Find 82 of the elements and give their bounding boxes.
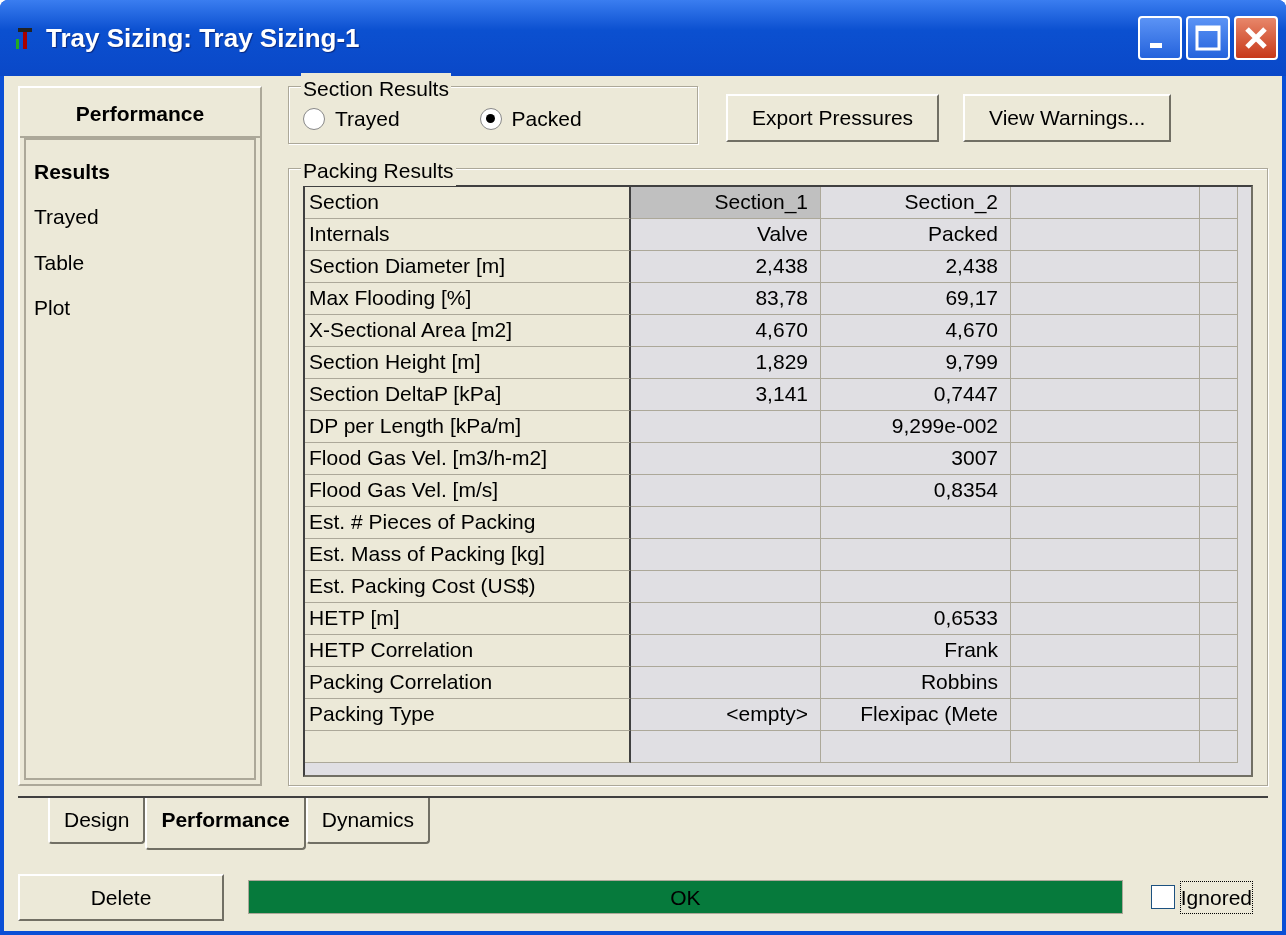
table-cell: HETP Correlation (305, 634, 631, 667)
table-cell: Est. Mass of Packing [kg] (305, 538, 631, 571)
table-cell: 3,141 (631, 378, 821, 411)
table-cell: 1,829 (631, 346, 821, 379)
table-cell: 9,799 (821, 346, 1011, 379)
column-header[interactable]: Section_2 (821, 186, 1011, 219)
close-icon (1243, 25, 1269, 51)
table-cell: Section Height [m] (305, 346, 631, 379)
table-cell (1200, 186, 1238, 219)
panel-heading: Performance (20, 88, 260, 138)
table-cell: 4,670 (821, 314, 1011, 347)
table-cell: Packing Correlation (305, 666, 631, 699)
radio-label[interactable]: Trayed (335, 103, 400, 135)
table-cell (1200, 666, 1238, 699)
table-cell (1200, 538, 1238, 571)
radio-label[interactable]: Packed (511, 103, 582, 135)
radio-button[interactable] (303, 107, 325, 130)
export-pressures-button[interactable]: Export Pressures (726, 94, 940, 142)
table-cell: Flood Gas Vel. [m/s] (305, 474, 631, 507)
page-list-item[interactable]: Results (34, 149, 254, 195)
table-cell (1200, 282, 1238, 315)
maximize-icon (1195, 25, 1221, 51)
maximize-button[interactable] (1186, 16, 1230, 60)
table-cell: Max Flooding [%] (305, 282, 631, 315)
checkbox[interactable] (1150, 885, 1175, 910)
radio-button[interactable] (479, 107, 502, 130)
table-cell: Robbins (821, 666, 1011, 699)
table-cell (1200, 506, 1238, 539)
delete-button[interactable]: Delete (18, 873, 224, 921)
table-cell: 0,7447 (821, 378, 1011, 411)
table-cell (1200, 570, 1238, 603)
table-cell: Est. # Pieces of Packing (305, 506, 631, 539)
table-cell (1200, 474, 1238, 507)
table-cell (1200, 250, 1238, 283)
minimize-icon (1150, 42, 1162, 48)
table-cell (1200, 634, 1238, 667)
table-cell: <empty> (631, 698, 821, 731)
table-cell: Packed (821, 218, 1011, 251)
tab[interactable]: Dynamics (305, 798, 430, 844)
status-bar: OK (248, 880, 1123, 915)
column-header[interactable]: Section (305, 186, 631, 219)
table-cell: Section Diameter [m] (305, 250, 631, 283)
table-cell: DP per Length [kPa/m] (305, 410, 631, 443)
table-cell: Flexipac (Mete (821, 698, 1011, 731)
table-cell: 2,438 (821, 250, 1011, 283)
page-list-item[interactable]: Trayed (34, 195, 254, 241)
table-cell: HETP [m] (305, 602, 631, 635)
table-cell: 4,670 (631, 314, 821, 347)
table-cell: Valve (631, 218, 821, 251)
table-cell: Frank (821, 634, 1011, 667)
table-cell: Packing Type (305, 698, 631, 731)
checkbox-label[interactable]: Ignored (1180, 881, 1252, 913)
table-cell: 3007 (821, 442, 1011, 475)
table-cell: 69,17 (821, 282, 1011, 315)
table-cell: 83,78 (631, 282, 821, 315)
tab[interactable]: Design (48, 798, 146, 844)
window-title: Tray Sizing: Tray Sizing-1 (46, 21, 360, 55)
close-button[interactable] (1234, 16, 1278, 60)
table-cell: Est. Packing Cost (US$) (305, 570, 631, 603)
page-list-item[interactable]: Plot (34, 286, 254, 332)
tab[interactable]: Performance (145, 798, 306, 850)
column-header[interactable]: Section_1 (631, 186, 821, 219)
table-cell (1200, 442, 1238, 475)
table-cell (1200, 314, 1238, 347)
table-cell: Section DeltaP [kPa] (305, 378, 631, 411)
table-cell (1200, 346, 1238, 379)
table-cell (1200, 378, 1238, 411)
page-list-item[interactable]: Table (34, 240, 254, 286)
minimize-button[interactable] (1138, 16, 1182, 60)
table-cell: Flood Gas Vel. [m3/h-m2] (305, 442, 631, 475)
table-cell (1200, 602, 1238, 635)
view-warnings-button[interactable]: View Warnings... (963, 94, 1172, 142)
table-cell (1200, 218, 1238, 251)
table-cell: 0,6533 (821, 602, 1011, 635)
table-cell: Internals (305, 218, 631, 251)
table-cell: X-Sectional Area [m2] (305, 314, 631, 347)
table-cell: 2,438 (631, 250, 821, 283)
table-cell (1200, 410, 1238, 443)
table-cell: 9,299e-002 (821, 410, 1011, 443)
table-cell (1200, 698, 1238, 731)
table-cell (1200, 730, 1238, 763)
table-cell: 0,8354 (821, 474, 1011, 507)
